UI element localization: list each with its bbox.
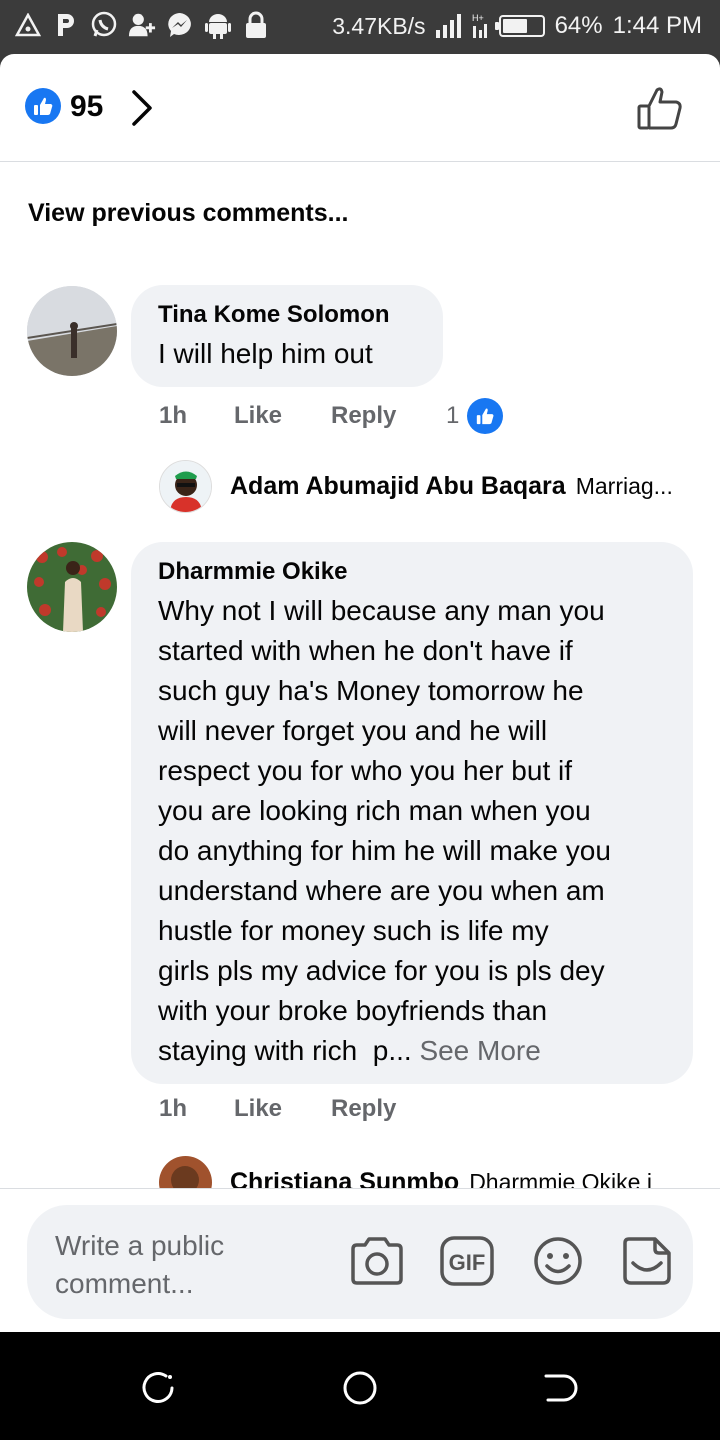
back-button[interactable]: [540, 1368, 580, 1408]
reaction-count[interactable]: 95: [70, 90, 103, 124]
comment-line: girls pls my advice for you is pls dey: [158, 955, 605, 986]
comment-bubble[interactable]: Dharmmie Okike Why not I will because an…: [131, 542, 693, 1084]
lock-icon: [242, 10, 270, 40]
triangle-icon: [14, 10, 42, 40]
reply-snippet: Marriag...: [575, 473, 673, 499]
status-bar: 3.47KB/s H+ 64% 1:44 PM: [0, 0, 720, 54]
placeholder-line: Write a public: [55, 1230, 225, 1261]
whatsapp-icon: [90, 10, 118, 40]
clock: 1:44 PM: [612, 12, 702, 39]
comment-line: Why not I will because any man you: [158, 595, 605, 626]
see-more-link[interactable]: See More: [419, 1035, 540, 1066]
reply-author[interactable]: Adam Abumajid Abu Baqara: [230, 472, 566, 501]
comment-line: understand where are you when am: [158, 875, 605, 906]
avatar: [159, 460, 212, 513]
battery-percent: 64%: [554, 12, 603, 39]
comment-input[interactable]: Write a public comment... GIF: [27, 1205, 693, 1319]
reactions-bar[interactable]: 95: [0, 54, 720, 162]
comment-line: started with when he don't have if: [158, 635, 573, 666]
comment-line: will never forget you and he will: [158, 715, 548, 746]
comment-author[interactable]: Tina Kome Solomon: [158, 301, 390, 329]
like-button[interactable]: Like: [234, 402, 331, 430]
comment-line: staying with rich p...: [158, 1035, 420, 1066]
comment-text: I will help him out: [158, 338, 373, 369]
placeholder-line: comment...: [55, 1268, 194, 1299]
signal-icon: [435, 14, 461, 38]
reply-preview[interactable]: Adam Abumajid Abu Baqara Marriag...: [159, 460, 673, 513]
comment-last-line: staying with rich p... See More: [158, 1031, 678, 1071]
avatar[interactable]: [27, 542, 117, 632]
android-icon: [204, 10, 232, 40]
comment-line: respect you for who you her but if: [158, 755, 572, 786]
svg-text:H+: H+: [472, 13, 484, 23]
comment-actions: 1h Like Reply: [159, 1095, 446, 1123]
svg-text:GIF: GIF: [449, 1250, 486, 1275]
system-nav-bar: [0, 1332, 720, 1440]
like-button[interactable]: Like: [234, 1095, 331, 1123]
data-signal-icon: H+: [472, 13, 487, 38]
comment-line: with your broke boyfriends than: [158, 995, 548, 1026]
comment-line: hustle for money such is life my: [158, 915, 549, 946]
avatar[interactable]: [27, 286, 117, 376]
camera-icon[interactable]: [349, 1235, 405, 1287]
gif-icon[interactable]: GIF: [439, 1235, 495, 1287]
comment-composer: Write a public comment... GIF: [0, 1188, 720, 1332]
comment-line: you are looking rich man when you: [158, 795, 591, 826]
comment-time: 1h: [159, 1095, 188, 1122]
comment-bubble[interactable]: Tina Kome Solomon I will help him out: [131, 285, 443, 387]
network-speed: 3.47KB/s: [332, 12, 426, 39]
comment-line: such guy ha's Money tomorrow he: [158, 675, 584, 706]
comment-like-count[interactable]: 1: [446, 402, 459, 430]
reply-button[interactable]: Reply: [331, 1095, 446, 1123]
like-reaction-icon: [25, 88, 61, 124]
comments-sheet: 95 View previous comments... Tina Kome S…: [0, 54, 720, 1332]
like-reaction-icon: [467, 398, 504, 434]
reply-button[interactable]: Reply: [331, 402, 446, 430]
comment-line: do anything for him he will make you: [158, 835, 611, 866]
comment-author[interactable]: Dharmmie Okike: [158, 558, 347, 586]
emoji-icon[interactable]: [532, 1235, 584, 1287]
view-previous-comments-link[interactable]: View previous comments...: [28, 199, 348, 228]
battery-icon: [494, 15, 545, 37]
status-right: 3.47KB/s H+ 64% 1:44 PM: [332, 12, 702, 40]
p-icon: [52, 10, 80, 40]
sticker-icon[interactable]: [619, 1233, 675, 1289]
notification-icons: [14, 10, 270, 40]
like-outline-icon[interactable]: [636, 84, 686, 134]
messenger-icon: [166, 10, 194, 40]
comment-text: Why not I will because any man you start…: [158, 591, 678, 1071]
home-button[interactable]: [340, 1368, 380, 1408]
comment-input-placeholder[interactable]: Write a public comment...: [55, 1227, 295, 1303]
comment-actions: 1h Like Reply 1: [159, 398, 504, 434]
chevron-right-icon[interactable]: [128, 88, 158, 128]
recents-button[interactable]: [140, 1368, 180, 1408]
add-contact-icon: [128, 10, 156, 40]
comment-time: 1h: [159, 402, 188, 429]
